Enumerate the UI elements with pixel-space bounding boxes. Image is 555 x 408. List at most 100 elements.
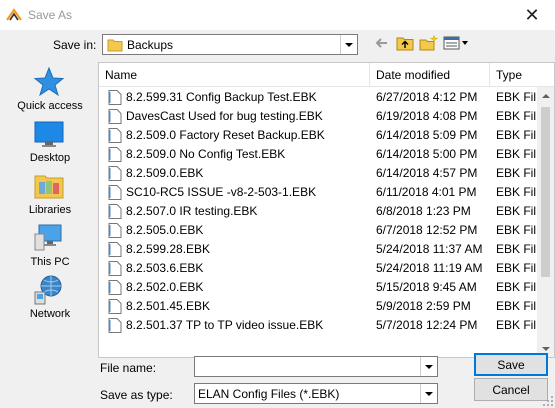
file-row[interactable]: SC10-RC5 ISSUE -v8-2-503-1.EBK 6/11/2018… [99,183,539,202]
column-header-type[interactable]: Type [496,68,522,82]
file-type: EBK Fil [496,204,537,218]
scroll-thumb[interactable] [541,107,550,277]
file-type: EBK Fil [496,109,537,123]
save-in-value: Backups [127,38,174,52]
file-row[interactable]: 8.2.509.0.EBK 6/14/2018 4:57 PM EBK Fil [99,164,539,183]
file-date: 5/24/2018 11:37 AM [376,242,483,256]
place-libraries[interactable]: Libraries [6,170,94,222]
file-name: SC10-RC5 ISSUE -v8-2-503-1.EBK [126,185,317,199]
place-quick-access[interactable]: Quick access [6,66,94,118]
file-row[interactable]: DavesCast Used for bug testing.EBK 6/19/… [99,107,539,126]
place-label: This PC [30,256,70,268]
file-row[interactable]: 8.2.599.28.EBK 5/24/2018 11:37 AM EBK Fi… [99,240,539,259]
file-type: EBK Fil [496,166,537,180]
file-name-label: File name: [100,361,157,375]
file-icon [108,204,122,219]
this-pc-icon [34,224,62,251]
file-type: EBK Fil [496,280,537,294]
file-name: 8.2.509.0 No Config Test.EBK [126,147,286,161]
chevron-down-icon[interactable] [420,384,437,403]
file-type: EBK Fil [496,90,537,104]
file-row[interactable]: 8.2.501.45.EBK 5/9/2018 2:59 PM EBK Fil [99,297,539,316]
file-name: 8.2.505.0.EBK [126,223,204,237]
resize-grip-icon[interactable] [542,395,554,407]
file-name: 8.2.503.6.EBK [126,261,204,275]
back-arrow-icon[interactable] [374,35,390,51]
file-name: 8.2.599.28.EBK [126,242,211,256]
file-row[interactable]: 8.2.503.6.EBK 5/24/2018 11:19 AM EBK Fil [99,259,539,278]
place-label: Quick access [17,100,83,112]
file-row[interactable]: 8.2.505.0.EBK 6/7/2018 12:52 PM EBK Fil [99,221,539,240]
file-name: 8.2.502.0.EBK [126,280,204,294]
place-this-pc[interactable]: This PC [6,222,94,274]
file-icon [108,185,122,200]
chevron-down-icon[interactable] [340,35,357,54]
vertical-scrollbar[interactable] [537,87,554,357]
desktop-icon [34,121,64,147]
file-name: 8.2.501.37 TP to TP video issue.EBK [126,318,324,332]
file-type: EBK Fil [496,147,537,161]
file-row[interactable]: 8.2.502.0.EBK 5/15/2018 9:45 AM EBK Fil [99,278,539,297]
file-date: 6/14/2018 5:00 PM [376,147,478,161]
file-name: 8.2.507.0 IR testing.EBK [126,204,258,218]
column-header-date-modified[interactable]: Date modified [376,68,450,82]
file-icon [108,280,122,295]
file-type: EBK Fil [496,318,537,332]
column-header-name[interactable]: Name [105,68,137,82]
file-date: 6/8/2018 1:23 PM [376,204,471,218]
view-menu-icon[interactable] [443,35,469,51]
file-type: EBK Fil [496,223,537,237]
file-row[interactable]: 8.2.599.31 Config Backup Test.EBK 6/27/2… [99,88,539,107]
file-date: 6/19/2018 4:08 PM [376,109,478,123]
chevron-down-icon[interactable] [420,357,437,376]
close-icon: ✕ [524,4,540,25]
title-bar: Save As ✕ [0,0,555,30]
app-icon [6,8,22,21]
file-icon [108,90,122,105]
save-as-type-select[interactable]: ELAN Config Files (*.EBK) [194,383,438,404]
file-date: 5/24/2018 11:19 AM [376,261,483,275]
file-name-input[interactable] [197,358,417,375]
save-as-type-value: ELAN Config Files (*.EBK) [198,387,340,401]
file-name: 8.2.509.0.EBK [126,166,204,180]
file-type: EBK Fil [496,185,537,199]
file-date: 5/9/2018 2:59 PM [376,299,471,313]
file-name: 8.2.501.45.EBK [126,299,211,313]
file-type: EBK Fil [496,128,537,142]
places-bar: Quick access Desktop Libraries This PC N… [6,62,94,362]
folder-icon [107,39,123,52]
file-row[interactable]: 8.2.507.0 IR testing.EBK 6/8/2018 1:23 P… [99,202,539,221]
file-type: EBK Fil [496,299,537,313]
file-date: 6/27/2018 4:12 PM [376,90,478,104]
up-folder-icon[interactable] [396,35,414,51]
file-icon [108,299,122,314]
file-date: 6/11/2018 4:01 PM [376,185,477,199]
file-icon [108,261,122,276]
file-name: 8.2.509.0 Factory Reset Backup.EBK [126,128,325,142]
place-network[interactable]: Network [6,274,94,326]
file-name-field[interactable] [194,356,438,377]
file-row[interactable]: 8.2.509.0 Factory Reset Backup.EBK 6/14/… [99,126,539,145]
save-button[interactable]: Save [474,353,548,376]
file-name: DavesCast Used for bug testing.EBK [126,109,323,123]
file-icon [108,128,122,143]
scroll-up-icon[interactable] [537,87,554,104]
save-in-dropdown[interactable]: Backups [102,34,358,55]
file-date: 6/7/2018 12:52 PM [376,223,478,237]
dialog-body: Save in: Backups Quick access Desktop Li… [0,30,555,408]
file-icon [108,223,122,238]
save-as-type-label: Save as type: [100,388,173,402]
file-type: EBK Fil [496,242,537,256]
cancel-button[interactable]: Cancel [474,378,548,401]
file-row[interactable]: 8.2.509.0 No Config Test.EBK 6/14/2018 5… [99,145,539,164]
place-label: Desktop [29,152,71,164]
file-row[interactable]: 8.2.501.37 TP to TP video issue.EBK 5/7/… [99,316,539,335]
window-title: Save As [28,8,73,22]
file-type: EBK Fil [496,261,537,275]
new-folder-icon[interactable] [419,35,439,51]
file-date: 6/14/2018 5:09 PM [376,128,478,142]
file-list[interactable]: Name Date modified Type 8.2.599.31 Confi… [98,62,555,358]
close-button[interactable]: ✕ [509,0,555,30]
place-label: Libraries [28,204,72,216]
place-desktop[interactable]: Desktop [6,118,94,170]
